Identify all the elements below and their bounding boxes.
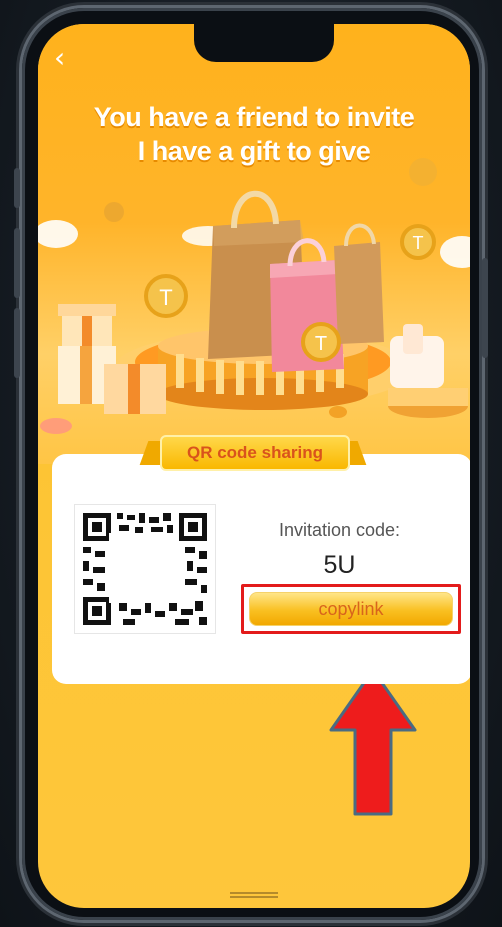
invite-card: Invitation code: 5U copylink	[52, 454, 470, 684]
svg-text:T: T	[159, 285, 172, 310]
copy-highlight-box: copylink	[241, 584, 461, 634]
headline: You have a friend to invite I have a gif…	[38, 100, 470, 168]
power-button	[482, 258, 488, 358]
hero-banner: T T T	[38, 24, 470, 464]
svg-text:T: T	[413, 233, 424, 253]
home-indicator[interactable]	[230, 892, 278, 898]
volume-down-button	[14, 308, 20, 378]
badge-label: QR code sharing	[160, 435, 350, 471]
app-screen: T T T ‹ You have a friend to invite I ha…	[38, 24, 470, 908]
qr-code-graphic	[83, 513, 207, 625]
invitation-code-label: Invitation code:	[278, 520, 401, 540]
section-badge: QR code sharing	[139, 431, 367, 471]
mute-switch	[14, 168, 20, 208]
copy-link-button[interactable]: copylink	[249, 592, 453, 626]
gift-illustration: T T T	[38, 158, 470, 434]
headline-line-1: You have a friend to invite	[93, 102, 415, 132]
volume-up-button	[14, 228, 20, 298]
qr-code[interactable]	[74, 504, 216, 634]
headline-line-2: I have a gift to give	[137, 136, 371, 166]
arrow-up-icon	[329, 668, 417, 816]
notch	[194, 24, 334, 62]
chevron-left-icon[interactable]: ‹	[54, 44, 82, 72]
invitation-code-value: 5U	[323, 551, 356, 579]
svg-text:T: T	[315, 333, 327, 355]
